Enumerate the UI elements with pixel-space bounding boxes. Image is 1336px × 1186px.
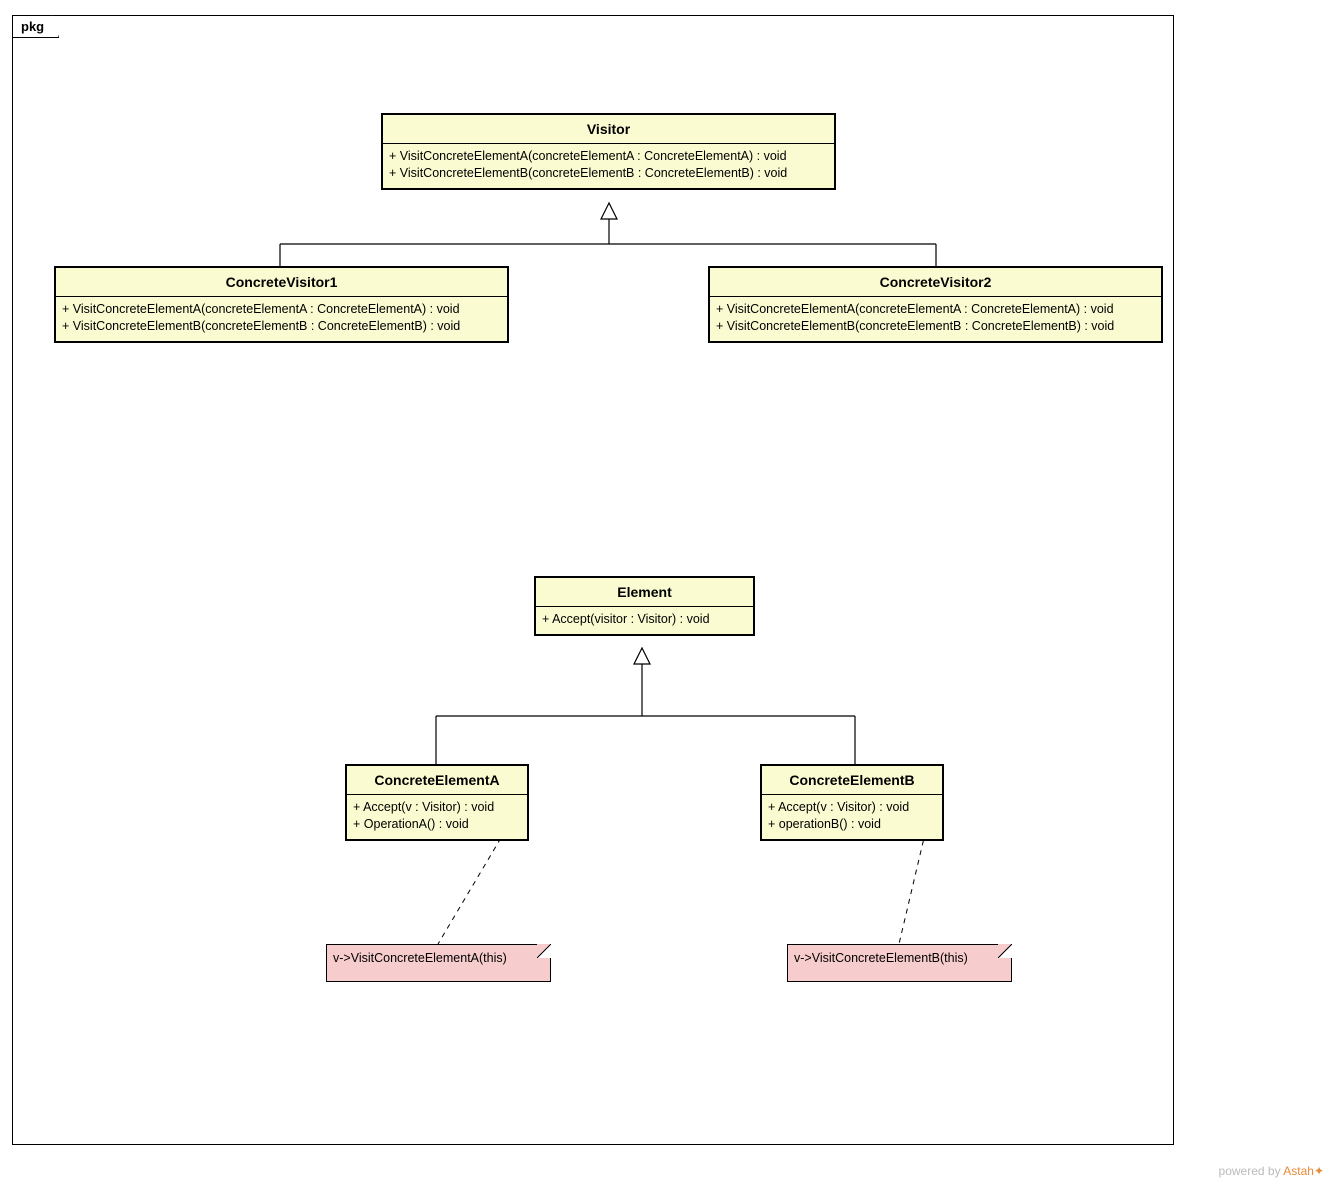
operation: + Accept(v : Visitor) : void [768, 799, 936, 816]
footer-credit: powered by Astah✦ [1219, 1164, 1324, 1178]
diagram-canvas: pkg Visitor + VisitCo [0, 0, 1336, 1186]
class-concrete-element-a: ConcreteElementA + Accept(v : Visitor) :… [345, 764, 529, 841]
astah-icon: ✦ [1314, 1164, 1324, 1178]
note-text: v->VisitConcreteElementA(this) [333, 951, 507, 965]
class-body: + VisitConcreteElementA(concreteElementA… [383, 144, 834, 188]
operation: + VisitConcreteElementB(concreteElementB… [62, 318, 501, 335]
class-body: + Accept(visitor : Visitor) : void [536, 607, 753, 634]
class-concrete-element-b: ConcreteElementB + Accept(v : Visitor) :… [760, 764, 944, 841]
class-body: + Accept(v : Visitor) : void + operation… [762, 795, 942, 839]
note-text: v->VisitConcreteElementB(this) [794, 951, 968, 965]
class-title: Element [536, 578, 753, 607]
footer-text: powered by [1219, 1164, 1284, 1178]
note-concrete-element-a: v->VisitConcreteElementA(this) [326, 944, 551, 982]
operation: + Accept(v : Visitor) : void [353, 799, 521, 816]
class-concrete-visitor-1: ConcreteVisitor1 + VisitConcreteElementA… [54, 266, 509, 343]
operation: + OperationA() : void [353, 816, 521, 833]
operation: + VisitConcreteElementA(concreteElementA… [389, 148, 828, 165]
operation: + VisitConcreteElementB(concreteElementB… [389, 165, 828, 182]
operation: + operationB() : void [768, 816, 936, 833]
class-element: Element + Accept(visitor : Visitor) : vo… [534, 576, 755, 636]
operation: + VisitConcreteElementA(concreteElementA… [62, 301, 501, 318]
operation: + VisitConcreteElementA(concreteElementA… [716, 301, 1155, 318]
package-label: pkg [12, 15, 59, 38]
note-concrete-element-b: v->VisitConcreteElementB(this) [787, 944, 1012, 982]
package-frame: pkg Visitor + VisitCo [12, 15, 1174, 1145]
class-title: ConcreteElementA [347, 766, 527, 795]
operation: + VisitConcreteElementB(concreteElementB… [716, 318, 1155, 335]
class-title: ConcreteVisitor2 [710, 268, 1161, 297]
class-visitor: Visitor + VisitConcreteElementA(concrete… [381, 113, 836, 190]
class-body: + VisitConcreteElementA(concreteElementA… [56, 297, 507, 341]
class-body: + Accept(v : Visitor) : void + Operation… [347, 795, 527, 839]
footer-brand: Astah [1283, 1164, 1314, 1178]
class-body: + VisitConcreteElementA(concreteElementA… [710, 297, 1161, 341]
class-title: Visitor [383, 115, 834, 144]
operation: + Accept(visitor : Visitor) : void [542, 611, 747, 628]
class-concrete-visitor-2: ConcreteVisitor2 + VisitConcreteElementA… [708, 266, 1163, 343]
class-title: ConcreteElementB [762, 766, 942, 795]
class-title: ConcreteVisitor1 [56, 268, 507, 297]
